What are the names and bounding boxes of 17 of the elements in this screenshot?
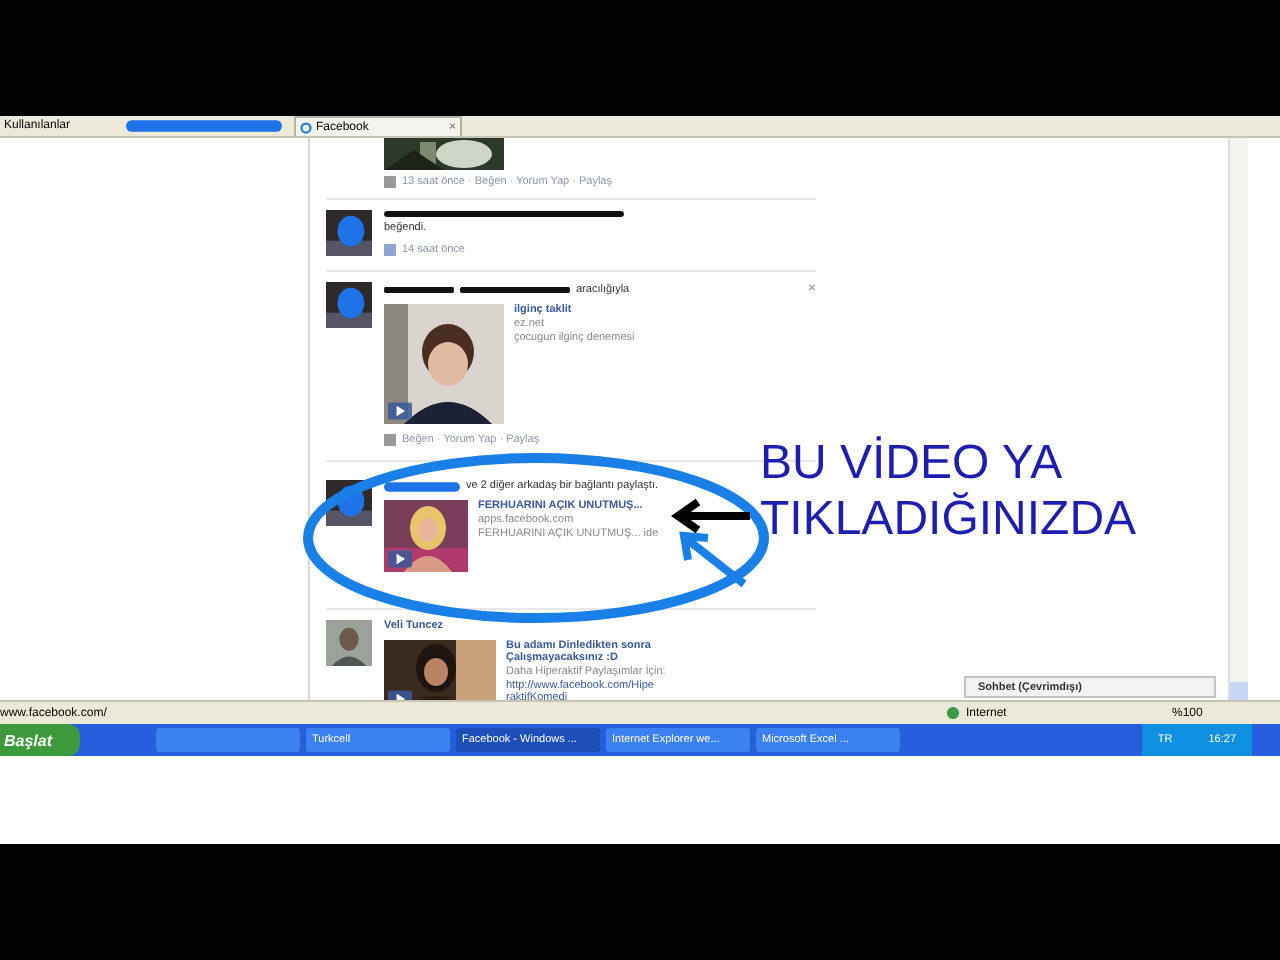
browser-icon bbox=[300, 121, 312, 133]
redaction-mark bbox=[460, 285, 570, 293]
annotation-text: BU VİDEO YA bbox=[760, 436, 1065, 492]
redaction-mark bbox=[384, 481, 460, 491]
redaction-mark bbox=[384, 285, 454, 293]
annotation-text: TIKLADIĞINIZDA bbox=[760, 492, 1137, 548]
avatar-icon bbox=[326, 282, 372, 328]
play-icon[interactable] bbox=[388, 550, 412, 568]
video-icon bbox=[384, 434, 396, 446]
video-icon bbox=[384, 176, 396, 188]
avatar-icon bbox=[326, 620, 372, 666]
scrollbar[interactable] bbox=[1228, 138, 1248, 700]
play-icon[interactable] bbox=[388, 402, 412, 420]
avatar-icon bbox=[326, 210, 372, 256]
like-icon bbox=[384, 244, 396, 256]
start-button[interactable]: Başlat bbox=[0, 724, 80, 756]
globe-icon bbox=[946, 706, 960, 720]
